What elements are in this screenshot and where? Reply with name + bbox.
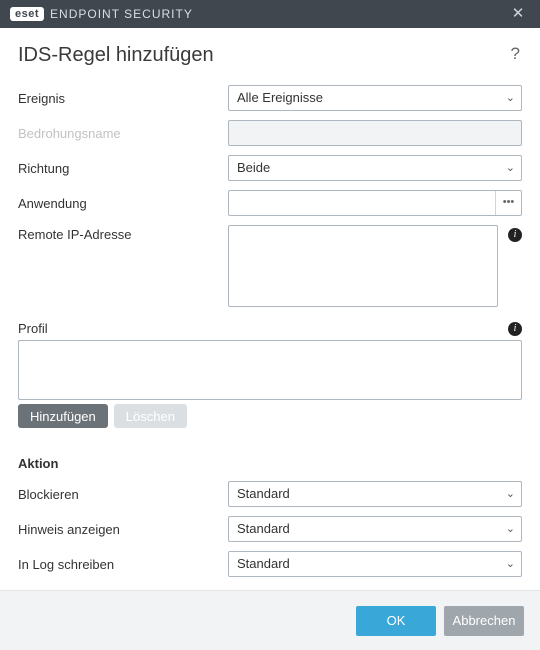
notify-select-value: Standard [237,521,290,536]
notify-label: Hinweis anzeigen [18,522,228,537]
help-icon[interactable]: ? [509,44,522,64]
chevron-down-icon: ⌄ [506,517,515,541]
chevron-down-icon: ⌄ [506,86,515,110]
dialog-content: IDS-Regel hinzufügen ? Ereignis Alle Ere… [0,28,540,577]
footer: OK Abbrechen [0,590,540,650]
chevron-down-icon: ⌄ [506,552,515,576]
remoteip-input[interactable] [228,225,498,307]
profil-delete-button: Löschen [114,404,187,428]
log-select[interactable]: Standard ⌄ [228,551,522,577]
direction-select[interactable]: Beide ⌄ [228,155,522,181]
brand-logo: eset [10,7,44,21]
info-icon[interactable]: i [508,322,522,336]
threat-label: Bedrohungsname [18,126,228,141]
titlebar: eset ENDPOINT SECURITY ✕ [0,0,540,28]
direction-select-value: Beide [237,160,270,175]
close-icon[interactable]: ✕ [504,0,532,28]
chevron-down-icon: ⌄ [506,482,515,506]
app-input[interactable]: ••• [228,190,522,216]
direction-label: Richtung [18,161,228,176]
block-select[interactable]: Standard ⌄ [228,481,522,507]
brand-title: ENDPOINT SECURITY [50,7,193,21]
profil-label: Profil [18,321,508,336]
info-icon[interactable]: i [508,228,522,242]
cancel-button[interactable]: Abbrechen [444,606,524,636]
log-label: In Log schreiben [18,557,228,572]
notify-select[interactable]: Standard ⌄ [228,516,522,542]
log-select-value: Standard [237,556,290,571]
block-label: Blockieren [18,487,228,502]
event-select[interactable]: Alle Ereignisse ⌄ [228,85,522,111]
page-title: IDS-Regel hinzufügen [18,44,509,67]
app-label: Anwendung [18,196,228,211]
chevron-down-icon: ⌄ [506,156,515,180]
action-section-title: Aktion [18,456,522,471]
remoteip-label: Remote IP-Adresse [18,225,228,242]
browse-icon[interactable]: ••• [495,191,521,215]
event-select-value: Alle Ereignisse [237,90,323,105]
profil-list[interactable] [18,340,522,400]
threat-field [228,120,522,146]
block-select-value: Standard [237,486,290,501]
event-label: Ereignis [18,91,228,106]
profil-add-button[interactable]: Hinzufügen [18,404,108,428]
ok-button[interactable]: OK [356,606,436,636]
